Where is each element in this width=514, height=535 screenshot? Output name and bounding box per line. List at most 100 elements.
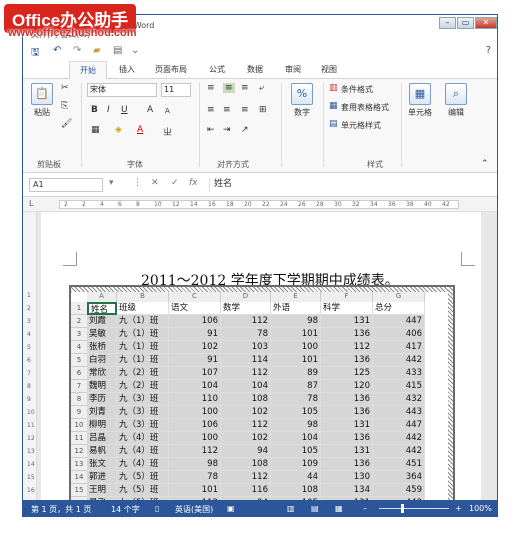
table-cell[interactable]: 魏明 <box>87 380 117 393</box>
table-cell[interactable]: 112 <box>169 445 221 458</box>
table-cell[interactable]: 吴敏 <box>87 328 117 341</box>
table-cell[interactable]: 443 <box>373 406 425 419</box>
tab-view[interactable]: 视图 <box>321 64 337 75</box>
table-cell[interactable]: 九（1）班 <box>117 328 169 341</box>
table-cell[interactable]: 101 <box>271 328 321 341</box>
table-cell[interactable]: 九（5）班 <box>117 484 169 497</box>
tab-selector[interactable]: L <box>29 199 33 208</box>
redo-icon[interactable]: ↷ <box>73 45 81 56</box>
table-cell[interactable]: 78 <box>271 393 321 406</box>
table-cell[interactable]: 101 <box>169 484 221 497</box>
font-name-select[interactable]: 宋体 <box>87 83 157 97</box>
header-cell[interactable]: 姓名 <box>87 302 117 315</box>
format-painter-icon[interactable]: 🖌 <box>61 119 72 129</box>
insert-function-icon[interactable]: fx <box>189 178 198 188</box>
table-cell[interactable]: 91 <box>169 328 221 341</box>
table-cell[interactable]: 100 <box>169 406 221 419</box>
print-layout-icon[interactable]: ▤ <box>311 504 319 513</box>
cancel-icon[interactable]: ✕ <box>151 178 159 188</box>
print-preview-icon[interactable]: ▤ <box>113 45 122 56</box>
table-cell[interactable]: 136 <box>321 328 373 341</box>
header-cell[interactable]: 总分 <box>373 302 425 315</box>
table-cell[interactable]: 120 <box>321 380 373 393</box>
tab-home[interactable]: 开始 <box>69 61 107 80</box>
column-header[interactable]: F <box>321 292 373 302</box>
table-cell[interactable]: 91 <box>169 354 221 367</box>
table-cell[interactable]: 125 <box>321 367 373 380</box>
table-cell[interactable]: 110 <box>169 393 221 406</box>
table-cell[interactable]: 114 <box>221 354 271 367</box>
table-cell[interactable]: 108 <box>221 393 271 406</box>
table-cell[interactable]: 112 <box>221 419 271 432</box>
table-cell[interactable]: 107 <box>169 367 221 380</box>
align-right-icon[interactable]: ≡ <box>241 105 249 115</box>
row-header[interactable]: 10 <box>71 419 87 432</box>
customize-qat-icon[interactable]: ⌄ <box>131 45 139 56</box>
embedded-worksheet[interactable]: A B C D E F G 1 姓名 班级 语文 数学 外语 科学 总分 2 刘霞 九（1）班 106 112 98 13… <box>69 285 455 505</box>
table-cell[interactable]: 九（4）班 <box>117 445 169 458</box>
column-header[interactable]: G <box>373 292 425 302</box>
font-color-button[interactable]: A <box>137 125 143 135</box>
row-header[interactable]: 15 <box>71 484 87 497</box>
table-cell[interactable]: 109 <box>271 458 321 471</box>
close-button[interactable]: ✕ <box>475 17 497 29</box>
save-icon[interactable]: 🖫 <box>31 45 40 62</box>
row-header[interactable]: 14 <box>71 471 87 484</box>
tab-formulas[interactable]: 公式 <box>209 64 225 75</box>
table-cell[interactable]: 104 <box>169 380 221 393</box>
table-cell[interactable]: 吕晶 <box>87 432 117 445</box>
increase-indent-icon[interactable]: ⇥ <box>223 125 231 135</box>
web-layout-icon[interactable]: ▦ <box>335 504 343 513</box>
table-cell[interactable]: 九（5）班 <box>117 471 169 484</box>
zoom-out-button[interactable]: – <box>363 504 367 513</box>
table-cell[interactable]: 98 <box>169 458 221 471</box>
column-header[interactable]: D <box>221 292 271 302</box>
table-cell[interactable]: 98 <box>271 419 321 432</box>
help-button[interactable]: ? <box>486 45 491 56</box>
shrink-font-button[interactable]: A <box>165 107 170 115</box>
table-cell[interactable]: 九（3）班 <box>117 419 169 432</box>
table-cell[interactable]: 433 <box>373 367 425 380</box>
table-cell[interactable]: 王明 <box>87 484 117 497</box>
word-count[interactable]: 14 个字 <box>111 504 140 515</box>
table-cell[interactable]: 447 <box>373 315 425 328</box>
row-header[interactable]: 4 <box>71 341 87 354</box>
zoom-level[interactable]: 100% <box>469 504 492 513</box>
enter-icon[interactable]: ✓ <box>171 178 179 188</box>
table-cell[interactable]: 442 <box>373 354 425 367</box>
format-as-table-button[interactable]: 套用表格格式 <box>341 102 389 113</box>
table-cell[interactable]: 136 <box>321 354 373 367</box>
tab-data[interactable]: 数据 <box>247 64 263 75</box>
paste-button[interactable]: 📋 粘贴 <box>29 83 55 118</box>
table-cell[interactable]: 131 <box>321 445 373 458</box>
row-header[interactable]: 11 <box>71 432 87 445</box>
table-cell[interactable]: 102 <box>221 406 271 419</box>
minimize-button[interactable]: – <box>439 17 456 29</box>
table-cell[interactable]: 李历 <box>87 393 117 406</box>
font-size-select[interactable]: 11 <box>161 83 191 97</box>
wrap-text-icon[interactable]: ⤶ <box>259 83 264 93</box>
table-cell[interactable]: 102 <box>169 341 221 354</box>
table-cell[interactable]: 459 <box>373 484 425 497</box>
table-cell[interactable]: 108 <box>271 484 321 497</box>
cell-styles-button[interactable]: 单元格样式 <box>341 120 381 131</box>
phonetic-icon[interactable]: ㄓ <box>163 125 172 138</box>
decrease-indent-icon[interactable]: ⇤ <box>207 125 215 135</box>
orientation-icon[interactable]: ↗ <box>241 125 249 135</box>
align-middle-icon[interactable]: ≡ <box>223 83 235 93</box>
header-cell[interactable]: 班级 <box>117 302 169 315</box>
table-cell[interactable]: 406 <box>373 328 425 341</box>
table-cell[interactable]: 柳明 <box>87 419 117 432</box>
table-cell[interactable]: 131 <box>321 315 373 328</box>
open-folder-icon[interactable]: ▰ <box>93 45 101 56</box>
zoom-slider[interactable] <box>379 508 449 509</box>
table-cell[interactable]: 112 <box>221 471 271 484</box>
table-cell[interactable]: 106 <box>169 315 221 328</box>
table-cell[interactable]: 130 <box>321 471 373 484</box>
zoom-slider-thumb[interactable] <box>401 504 404 513</box>
table-cell[interactable]: 104 <box>271 432 321 445</box>
row-header[interactable]: 2 <box>71 315 87 328</box>
cut-icon[interactable]: ✂ <box>61 83 69 93</box>
table-cell[interactable]: 九（1）班 <box>117 315 169 328</box>
table-cell[interactable]: 134 <box>321 484 373 497</box>
